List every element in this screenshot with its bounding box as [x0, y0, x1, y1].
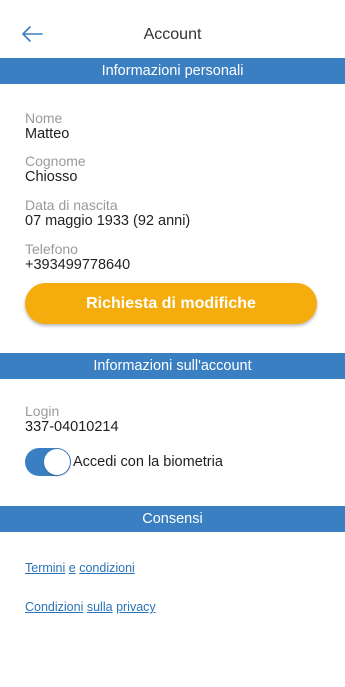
privacy-link-line: Condizioni sulla privacy	[25, 600, 156, 614]
login-field: Login 337-04010214	[25, 403, 119, 436]
section-header-account-info: Informazioni sull'account	[0, 353, 345, 379]
biometrics-row: Accedi con la biometria	[25, 448, 223, 476]
phone-value: +393499778640	[25, 257, 131, 273]
login-value: 337-04010214	[25, 419, 119, 435]
request-changes-button[interactable]: Richiesta di modifiche	[25, 283, 317, 324]
last-name-value: Chiosso	[25, 169, 78, 185]
last-name-label: Cognome	[25, 153, 86, 169]
section-header-personal-info: Informazioni personali	[0, 58, 345, 84]
biometrics-toggle[interactable]	[25, 448, 71, 476]
terms-and-link[interactable]: e	[69, 561, 76, 575]
privacy-link[interactable]: privacy	[116, 600, 156, 614]
terms-link-line: Termini e condizioni	[25, 561, 135, 575]
birth-date-label: Data di nascita	[25, 197, 118, 213]
first-name-value: Matteo	[25, 126, 70, 142]
section-header-consents: Consensi	[0, 506, 345, 532]
phone-label: Telefono	[25, 241, 78, 257]
phone-field: Telefono +393499778640	[25, 241, 130, 274]
last-name-field: Cognome Chiosso	[25, 153, 86, 186]
privacy-on-link[interactable]: sulla	[87, 600, 113, 614]
birth-date-field: Data di nascita 07 maggio 1933 (92 anni)	[25, 197, 190, 230]
toggle-knob	[44, 449, 70, 475]
conditions-link[interactable]: condizioni	[79, 561, 135, 575]
privacy-conditions-link[interactable]: Condizioni	[25, 600, 83, 614]
top-bar: Account	[0, 18, 345, 52]
page-title: Account	[143, 26, 202, 43]
account-screen: Account Informazioni personali Nome Matt…	[0, 0, 345, 687]
biometrics-label: Accedi con la biometria	[73, 454, 223, 470]
first-name-field: Nome Matteo	[25, 110, 69, 143]
first-name-label: Nome	[25, 110, 63, 126]
login-label: Login	[25, 403, 60, 419]
birth-date-value: 07 maggio 1933 (92 anni)	[25, 213, 191, 229]
terms-link[interactable]: Termini	[25, 561, 65, 575]
